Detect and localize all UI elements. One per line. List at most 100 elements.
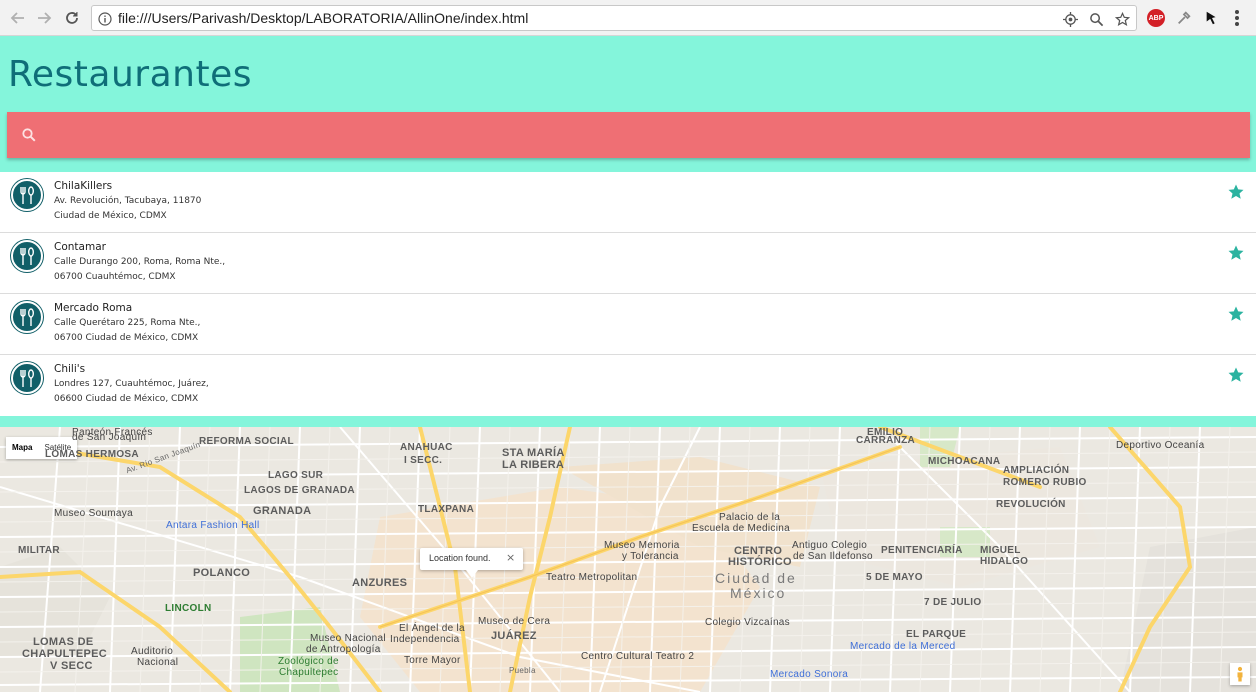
menu-dots-icon[interactable] — [1234, 10, 1240, 26]
map-poi-label: Mercado Sonora — [770, 669, 849, 680]
url-text[interactable]: file:///Users/Parivash/Desktop/LABORATOR… — [118, 10, 528, 26]
map-poi-label: de San Ildefonso — [793, 551, 873, 562]
address-bar[interactable]: file:///Users/Parivash/Desktop/LABORATOR… — [91, 5, 1137, 31]
map-poi-label: Nacional — [137, 657, 179, 668]
restaurant-city: 06700 Ciudad de México, CDMX — [54, 333, 199, 343]
map-area-label: MILITAR — [18, 545, 60, 556]
info-window-tail — [466, 570, 478, 578]
map-poi-label: El Ángel de la — [399, 623, 465, 634]
restaurant-city: Ciudad de México, CDMX — [54, 211, 167, 221]
list-item[interactable]: Contamar Calle Durango 200, Roma, Roma N… — [0, 233, 1256, 294]
map-area-label: POLANCO — [193, 567, 251, 579]
map-area-label: REFORMA SOCIAL — [199, 436, 294, 447]
eyedropper-icon[interactable] — [1175, 9, 1193, 27]
map-area-label: ROMERO RUBIO — [1003, 477, 1087, 488]
star-icon[interactable] — [1227, 305, 1245, 323]
fork-spoon-icon — [11, 179, 43, 211]
abp-label: ABP — [1147, 9, 1165, 27]
search-icon[interactable] — [21, 127, 37, 143]
map-area-label: STA MARÍA — [502, 447, 565, 459]
restaurant-name: Chili's — [54, 363, 86, 375]
info-icon[interactable] — [98, 11, 112, 26]
map-area-label: REVOLUCIÓN — [996, 499, 1066, 510]
map-city-label: Ciudad de — [715, 570, 797, 586]
map-area-label: 5 DE MAYO — [866, 572, 923, 583]
map-city-label: México — [730, 585, 787, 601]
browser-toolbar: file:///Users/Parivash/Desktop/LABORATOR… — [0, 0, 1256, 36]
map-button[interactable]: Mapa — [6, 437, 38, 459]
map-area-label: I SECC. — [404, 455, 443, 466]
map-poi-label: Museo Nacional — [310, 633, 386, 644]
map-poi-label: Escuela de Medicina — [692, 523, 790, 534]
map-area-label: LA RIBERA — [502, 459, 565, 471]
map-poi-label: Chapultepec — [279, 667, 339, 678]
map-poi-label: Colegio Vizcaínas — [705, 617, 790, 628]
map-area-label: HIDALGO — [980, 556, 1029, 567]
map-area-label: EL PARQUE — [906, 629, 967, 640]
map-area-label: LAGOS DE GRANADA — [244, 485, 355, 496]
map-poi-label: Museo Memoria — [604, 540, 680, 551]
map-area-label: JUÁREZ — [491, 630, 537, 642]
map-area-label: ANAHUAC — [400, 442, 453, 453]
star-icon[interactable] — [1227, 183, 1245, 201]
page-title: Restaurantes — [8, 54, 252, 95]
divider-band — [0, 416, 1256, 427]
restaurant-address: Calle Durango 200, Roma, Roma Nte., — [54, 257, 226, 267]
restaurant-name: ChilaKillers — [54, 180, 113, 192]
map-road-label: Puebla — [509, 666, 536, 675]
map-poi-label: Deportivo Oceanía — [1116, 440, 1205, 451]
map-poi-label: Zoológico de — [278, 656, 339, 667]
restaurant-city: 06600 Ciudad de México, CDMX — [54, 394, 199, 404]
map-poi-label: Museo Soumaya — [54, 508, 133, 519]
map-poi-label: Auditorio — [131, 646, 174, 657]
reload-icon[interactable] — [62, 8, 82, 28]
map-area-label: PENITENCIARÍA — [881, 545, 963, 556]
map-poi-label: Museo de Cera — [478, 616, 551, 627]
close-icon[interactable]: × — [506, 551, 515, 564]
map-area-label: GRANADA — [253, 505, 312, 517]
forward-arrow-icon[interactable] — [34, 8, 54, 28]
map-poi-label: Antiguo Colegio — [792, 540, 868, 551]
map-poi-label: Teatro Metropolitan — [546, 572, 638, 583]
info-window-text: Location found. — [429, 553, 491, 563]
search-bar[interactable] — [7, 112, 1250, 158]
abp-icon[interactable]: ABP — [1147, 9, 1165, 27]
star-icon[interactable] — [1227, 244, 1245, 262]
map-area-label: CHAPULTEPEC — [22, 648, 107, 660]
map-poi-label: Antara Fashion Hall — [166, 520, 260, 531]
map-area-label: LINCOLN — [165, 603, 212, 614]
fork-spoon-icon — [11, 301, 43, 333]
map-poi-label: de Antropología — [306, 644, 381, 655]
bookmark-star-icon[interactable] — [1114, 11, 1130, 27]
star-icon[interactable] — [1227, 366, 1245, 384]
cursor-extension-icon[interactable] — [1203, 9, 1221, 27]
restaurant-address: Londres 127, Cuauhtémoc, Juárez, — [54, 379, 209, 389]
map-poi-label: Centro Cultural Teatro 2 — [581, 651, 695, 662]
map-poi-label: Mercado de la Merced — [850, 641, 956, 652]
fork-spoon-icon — [11, 240, 43, 272]
street-view-pegman-icon[interactable] — [1230, 663, 1250, 685]
restaurant-list: ChilaKillers Av. Revolución, Tacubaya, 1… — [0, 172, 1256, 416]
map-area-label: 7 DE JULIO — [924, 597, 982, 608]
map-area-label: MIGUEL — [980, 545, 1021, 556]
list-item[interactable]: ChilaKillers Av. Revolución, Tacubaya, 1… — [0, 172, 1256, 233]
list-item[interactable]: Mercado Roma Calle Querétaro 225, Roma N… — [0, 294, 1256, 355]
map-area-label: LOMAS HERMOSA — [45, 449, 139, 460]
restaurant-name: Mercado Roma — [54, 302, 133, 314]
map-poi-label: de San Joaquín — [72, 432, 147, 443]
map-poi-label: y Tolerancia — [622, 551, 679, 562]
search-input[interactable] — [51, 120, 1231, 150]
zoom-icon[interactable] — [1088, 11, 1104, 27]
restaurant-address: Av. Revolución, Tacubaya, 11870 — [54, 196, 202, 206]
map-area-label: CARRANZA — [856, 435, 916, 446]
back-arrow-icon[interactable] — [8, 8, 28, 28]
map[interactable]: Mapa Satélite Panteón Francés de San Joa… — [0, 427, 1256, 692]
map-area-label: LAGO SUR — [268, 470, 324, 481]
map-area-label: V SECC — [50, 660, 93, 672]
page-header: Restaurantes — [0, 36, 1256, 172]
map-area-label: LOMAS DE — [33, 636, 94, 648]
list-item[interactable]: Chili's Londres 127, Cuauhtémoc, Juárez,… — [0, 355, 1256, 416]
map-poi-label: Torre Mayor — [404, 655, 461, 666]
location-target-icon[interactable] — [1062, 11, 1078, 27]
restaurant-name: Contamar — [54, 241, 106, 253]
